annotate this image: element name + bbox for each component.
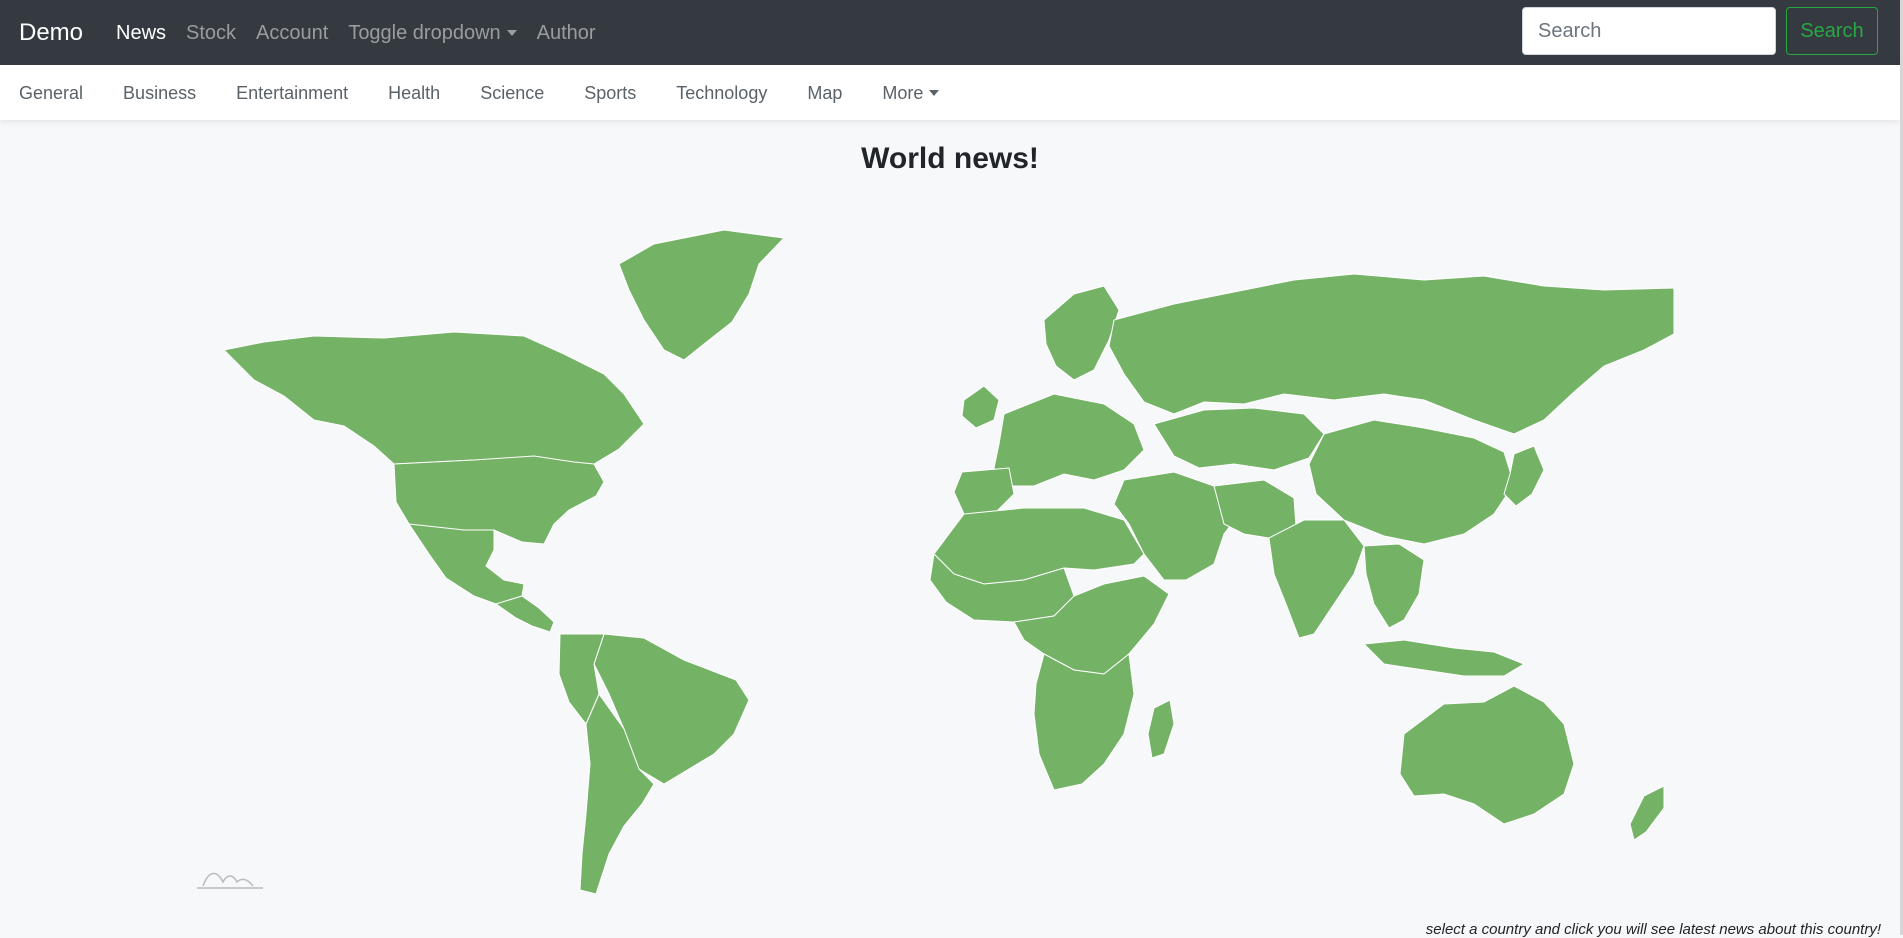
category-entertainment[interactable]: Entertainment xyxy=(236,82,348,104)
brand-logo[interactable]: Demo xyxy=(19,19,83,47)
caret-down-icon xyxy=(506,30,517,36)
category-sports[interactable]: Sports xyxy=(584,82,636,104)
country-north-africa[interactable] xyxy=(933,507,1145,585)
map-hint-text: select a country and click you will see … xyxy=(1425,921,1881,938)
country-southern-africa[interactable] xyxy=(1033,653,1135,791)
page-title: World news! xyxy=(861,142,1039,175)
country-europe-west[interactable] xyxy=(993,393,1145,487)
category-links: General Business Entertainment Health Sc… xyxy=(19,82,979,104)
search-button[interactable]: Search xyxy=(1786,7,1878,55)
caret-down-icon xyxy=(929,90,940,96)
world-map[interactable] xyxy=(224,224,1674,894)
search-input[interactable] xyxy=(1522,7,1776,55)
country-uk[interactable] xyxy=(961,385,1000,429)
nav-link-author[interactable]: Author xyxy=(537,21,596,45)
nav-dropdown-toggle[interactable]: Toggle dropdown xyxy=(348,21,517,45)
country-russia[interactable] xyxy=(1108,273,1674,435)
category-navbar: General Business Entertainment Health Sc… xyxy=(0,65,1900,120)
country-japan[interactable] xyxy=(1503,445,1545,507)
country-australia[interactable] xyxy=(1399,685,1575,825)
country-central-america[interactable] xyxy=(494,595,555,633)
category-health[interactable]: Health xyxy=(388,82,440,104)
nav-dropdown-label: Toggle dropdown xyxy=(348,22,501,44)
country-greenland[interactable] xyxy=(618,229,786,361)
category-science[interactable]: Science xyxy=(480,82,544,104)
country-madagascar[interactable] xyxy=(1147,699,1175,759)
top-navbar: Demo News Stock Account Toggle dropdown … xyxy=(0,0,1900,65)
country-canada[interactable] xyxy=(224,331,645,470)
more-label: More xyxy=(882,83,924,103)
nav-link-account[interactable]: Account xyxy=(256,21,328,45)
country-indonesia[interactable] xyxy=(1362,639,1526,677)
category-business[interactable]: Business xyxy=(123,82,196,104)
country-kazakhstan[interactable] xyxy=(1153,407,1325,471)
country-new-zealand[interactable] xyxy=(1629,785,1665,841)
world-map-svg[interactable] xyxy=(224,224,1674,894)
category-technology[interactable]: Technology xyxy=(676,82,767,104)
country-southeast-asia[interactable] xyxy=(1363,543,1425,629)
category-more-dropdown[interactable]: More xyxy=(882,82,940,104)
nav-link-stock[interactable]: Stock xyxy=(186,21,236,45)
country-iberia[interactable] xyxy=(953,467,1015,515)
nav-link-news[interactable]: News xyxy=(116,21,166,45)
category-general[interactable]: General xyxy=(19,82,83,104)
category-map[interactable]: Map xyxy=(807,82,842,104)
map-attribution-logo xyxy=(197,872,263,889)
country-norway-sweden[interactable] xyxy=(1043,285,1120,381)
top-nav-links: News Stock Account Toggle dropdown Autho… xyxy=(116,21,616,45)
country-india[interactable] xyxy=(1268,519,1365,639)
